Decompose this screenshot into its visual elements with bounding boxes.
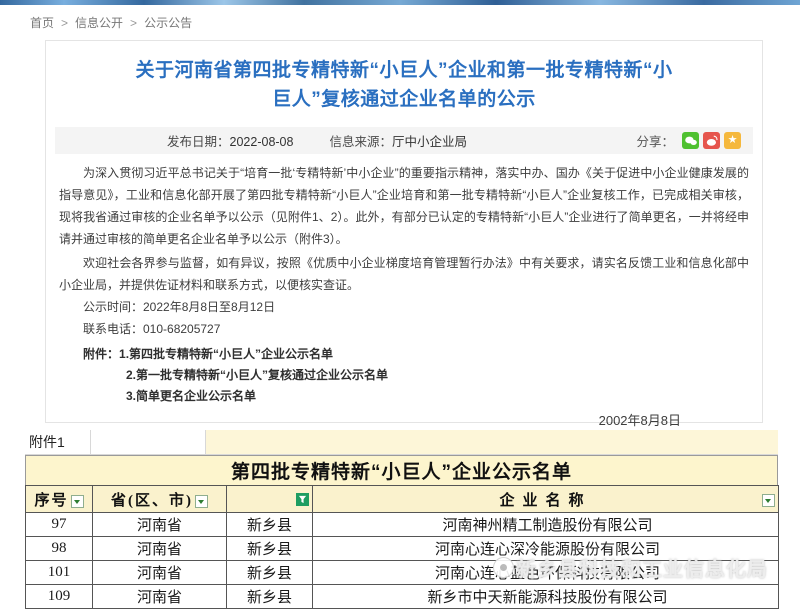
- province-cell: 河南省: [93, 537, 227, 561]
- contact-phone-line: 联系电话：010-68205727: [83, 318, 749, 340]
- table-row: 101 河南省 新乡县 河南心连心蓝色环保科技有限公司: [26, 561, 779, 585]
- table-title: 第四批专精特新“小巨人”企业公示名单: [25, 455, 778, 485]
- article-title: 关于河南省第四批专精特新“小巨人”企业和第一批专精特新“小巨人”复核通过企业名单…: [128, 56, 680, 114]
- filter-dropdown-icon[interactable]: [762, 494, 775, 507]
- attachments-label: 附件：: [83, 344, 119, 365]
- seq-cell: 97: [26, 513, 93, 537]
- spreadsheet-label-row: 附件1: [25, 430, 778, 455]
- site-top-nav-bar: [0, 0, 800, 5]
- attachment-item-3: 3.简单更名企业公示名单: [126, 386, 749, 407]
- table-row: 109 河南省 新乡县 新乡市中天新能源科技股份有限公司: [26, 585, 779, 609]
- empty-cell: [91, 430, 206, 455]
- breadcrumb-separator: >: [130, 16, 137, 30]
- column-header-seq: 序号: [26, 486, 93, 513]
- breadcrumb: 首页 > 信息公开 > 公示公告: [30, 14, 192, 31]
- empty-yellow-cell: [206, 430, 778, 455]
- seq-cell: 101: [26, 561, 93, 585]
- table-row: 98 河南省 新乡县 河南心连心深冷能源股份有限公司: [26, 537, 779, 561]
- paragraph-2: 欢迎社会各界参与监督，如有异议，按照《优质中小企业梯度培育管理暂行办法》中有关要…: [59, 252, 749, 296]
- company-cell: 河南神州精工制造股份有限公司: [313, 513, 779, 537]
- table-header-row: 序号 省(区、市) 企业名称: [26, 486, 779, 513]
- article-container: 关于河南省第四批专精特新“小巨人”企业和第一批专精特新“小巨人”复核通过企业名单…: [45, 40, 763, 423]
- seq-cell: 98: [26, 537, 93, 561]
- column-header-province: 省(区、市): [93, 486, 227, 513]
- county-cell: 新乡县: [227, 513, 313, 537]
- filter-dropdown-icon[interactable]: [71, 495, 84, 508]
- sign-date: 2002年8月8日: [59, 410, 749, 429]
- company-table: 序号 省(区、市) 企业名称 97 河南省 新乡县 河南神州精工制造股份有限公司…: [25, 485, 779, 609]
- attachment-item-1: 1.第四批专精特新“小巨人”企业公示名单: [119, 344, 333, 365]
- table-row: 97 河南省 新乡县 河南神州精工制造股份有限公司: [26, 513, 779, 537]
- share-group: 分享： ★: [636, 131, 741, 150]
- breadcrumb-home-link[interactable]: 首页: [30, 16, 54, 30]
- paragraph-1: 为深入贯彻习近平总书记关于“培育一批‘专精特新’中小企业”的重要指示精神，落实中…: [59, 162, 749, 250]
- article-meta-bar: 发布日期：2022-08-08 信息来源：厅中小企业局 分享： ★: [55, 127, 753, 154]
- breadcrumb-separator: >: [61, 16, 68, 30]
- company-cell: 河南心连心深冷能源股份有限公司: [313, 537, 779, 561]
- publish-date: 发布日期：2022-08-08: [167, 131, 293, 150]
- favorite-share-icon[interactable]: ★: [724, 132, 741, 149]
- publicity-period-line: 公示时间：2022年8月8日至8月12日: [83, 296, 749, 318]
- weibo-share-icon[interactable]: [703, 132, 720, 149]
- attachment-item-2: 2.第一批专精特新“小巨人”复核通过企业公示名单: [126, 365, 749, 386]
- seq-cell: 109: [26, 585, 93, 609]
- company-cell: 新乡市中天新能源科技股份有限公司: [313, 585, 779, 609]
- column-header-county: [227, 486, 313, 513]
- breadcrumb-announcements-link[interactable]: 公示公告: [144, 16, 192, 30]
- company-cell: 河南心连心蓝色环保科技有限公司: [313, 561, 779, 585]
- filter-dropdown-icon[interactable]: [195, 495, 208, 508]
- province-cell: 河南省: [93, 561, 227, 585]
- province-cell: 河南省: [93, 513, 227, 537]
- county-cell: 新乡县: [227, 585, 313, 609]
- province-cell: 河南省: [93, 585, 227, 609]
- active-filter-funnel-icon[interactable]: [296, 493, 309, 506]
- breadcrumb-info-disclosure-link[interactable]: 信息公开: [75, 16, 123, 30]
- wechat-share-icon[interactable]: [682, 132, 699, 149]
- article-body: 为深入贯彻习近平总书记关于“培育一批‘专精特新’中小企业”的重要指示精神，落实中…: [59, 162, 749, 429]
- attachments-block: 附件： 1.第四批专精特新“小巨人”企业公示名单 2.第一批专精特新“小巨人”复…: [83, 344, 749, 407]
- info-source: 信息来源：厅中小企业局: [329, 131, 467, 150]
- county-cell: 新乡县: [227, 561, 313, 585]
- share-label: 分享：: [636, 131, 674, 150]
- attachment-1-label: 附件1: [25, 430, 91, 455]
- county-cell: 新乡县: [227, 537, 313, 561]
- column-header-company: 企业名称: [313, 486, 779, 513]
- attachment-table-zone: 附件1 第四批专精特新“小巨人”企业公示名单 序号 省(区、市) 企业名称 97…: [25, 430, 778, 609]
